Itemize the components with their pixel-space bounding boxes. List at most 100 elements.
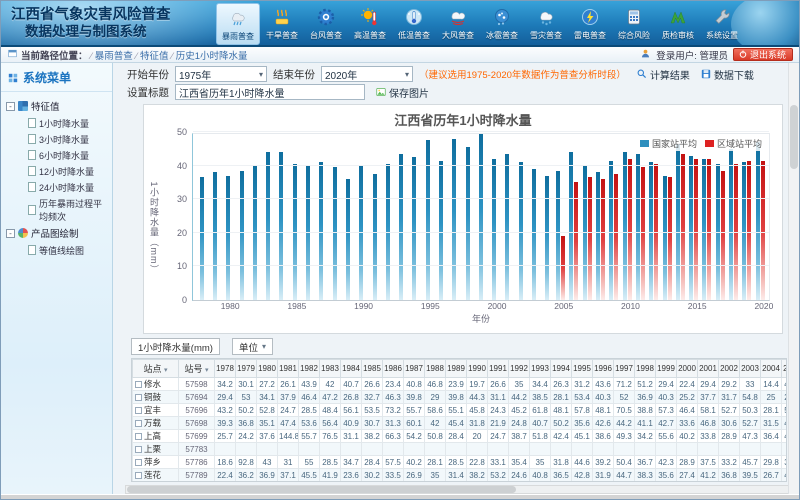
year-column-header: 1985 xyxy=(362,360,383,378)
row-checkbox[interactable] xyxy=(135,433,142,440)
bar-national xyxy=(452,139,456,300)
tab-low-temp-survey[interactable]: 低温普查 xyxy=(392,3,436,45)
x-tick-label: 1995 xyxy=(421,301,434,312)
bar-series xyxy=(193,134,769,300)
value-cell: 40.3 xyxy=(593,391,614,404)
year-column-header: 2003 xyxy=(740,360,761,378)
value-cell: 36.9 xyxy=(635,391,656,404)
x-axis-title: 年份 xyxy=(192,312,770,323)
tree-node[interactable]: -特征值 xyxy=(4,97,109,115)
value-cell: 44.2 xyxy=(509,391,530,404)
year-column-header: 1996 xyxy=(593,360,614,378)
breadcrumb-item-rainstorm[interactable]: 暴雨普查 xyxy=(91,48,133,62)
bar-national xyxy=(729,149,733,300)
value-cell: 42.4 xyxy=(551,430,572,443)
bar-national xyxy=(609,161,613,300)
vertical-scrollbar[interactable] xyxy=(788,63,799,494)
tree-toggle-icon[interactable]: - xyxy=(6,102,15,111)
tree-item[interactable]: 1小时降水量 xyxy=(4,115,109,131)
horizontal-scrollbar[interactable] xyxy=(125,485,797,494)
station-id-cell: 57786 xyxy=(179,456,215,469)
row-checkbox[interactable] xyxy=(135,381,142,388)
value-cell: 40.2 xyxy=(677,430,698,443)
station-data-table: 站点 ▾站号 ▾19781979198019811982198319841985… xyxy=(132,359,787,482)
bar-national xyxy=(346,179,350,300)
value-cell: 55.6 xyxy=(656,430,677,443)
year-column-header: 1993 xyxy=(530,360,551,378)
gridline xyxy=(193,265,769,266)
row-checkbox[interactable] xyxy=(135,446,142,453)
save-image-button[interactable]: 保存图片 xyxy=(375,85,429,100)
value-cell: 30.6 xyxy=(719,417,740,430)
row-checkbox[interactable] xyxy=(135,407,142,414)
tab-comprehensive-risk[interactable]: 综合风险 xyxy=(612,3,656,45)
sort-filter-icon[interactable]: ▾ xyxy=(205,367,209,374)
tab-wind-survey[interactable]: 大风普查 xyxy=(436,3,480,45)
chart-legend: 国家站平均 区域站平均 xyxy=(637,136,765,151)
bar-national xyxy=(466,147,470,300)
calculate-button[interactable]: 计算结果 xyxy=(636,67,690,82)
breadcrumb-item-1h-precip[interactable]: 历史1小时降水量 xyxy=(172,48,248,62)
document-icon xyxy=(28,182,36,192)
station-column-header[interactable]: 站点 ▾ xyxy=(133,360,179,378)
value-cell: 54.8 xyxy=(782,404,788,417)
end-year-select[interactable]: 2020年▾ xyxy=(321,66,413,82)
row-checkbox[interactable] xyxy=(135,472,142,479)
row-checkbox[interactable] xyxy=(135,459,142,466)
tree-item[interactable]: 6小时降水量 xyxy=(4,147,109,163)
value-cell: 53.4 xyxy=(572,391,593,404)
value-cell: 47.4 xyxy=(530,482,551,483)
unit-dropdown[interactable]: 单位▾ xyxy=(232,338,273,355)
tree-item[interactable]: 等值线绘图 xyxy=(4,242,109,258)
tree-item[interactable]: 3小时降水量 xyxy=(4,131,109,147)
row-checkbox[interactable] xyxy=(135,420,142,427)
chart-title-label: 设置标题 xyxy=(127,85,169,100)
tab-rainstorm-survey[interactable]: 暴雨普查 xyxy=(216,3,260,45)
value-cell: 40.8 xyxy=(530,469,551,482)
tree-item[interactable]: 24小时降水量 xyxy=(4,179,109,195)
value-cell: 56.4 xyxy=(320,417,341,430)
tree-item[interactable]: 12小时降水量 xyxy=(4,163,109,179)
tab-high-temp-survey[interactable]: 高温普查 xyxy=(348,3,392,45)
tab-lightning-survey[interactable]: 雷电普查 xyxy=(568,3,612,45)
tree-toggle-icon[interactable]: - xyxy=(6,229,15,238)
tab-hail-survey[interactable]: 冰雹普查 xyxy=(480,3,524,45)
value-cell: 42 xyxy=(425,417,446,430)
tree-node[interactable]: -产品图绘制 xyxy=(4,224,109,242)
save-disk-icon xyxy=(700,68,712,80)
bar-group xyxy=(740,134,753,300)
bar-group xyxy=(541,134,554,300)
value-cell: 28.5 xyxy=(446,456,467,469)
value-cell: 60.1 xyxy=(404,417,425,430)
bar-regional xyxy=(614,174,618,300)
value-cell: 34.4 xyxy=(530,378,551,391)
year-column-header: 1983 xyxy=(320,360,341,378)
logout-button[interactable]: 退出系统 xyxy=(733,48,793,61)
bar-group xyxy=(368,134,381,300)
chart-title-input[interactable] xyxy=(175,84,365,100)
breadcrumb-item-feature[interactable]: 特征值 xyxy=(136,48,169,62)
start-year-select[interactable]: 1975年▾ xyxy=(175,66,267,82)
value-cell: 28.4 xyxy=(446,430,467,443)
chevron-down-icon: ▾ xyxy=(405,70,409,79)
tab-snow-survey[interactable]: 雪灾普查 xyxy=(524,3,568,45)
row-checkbox[interactable] xyxy=(135,394,142,401)
tree-item[interactable]: 历年暴雨过程平均频次 xyxy=(4,195,109,224)
value-cell: 51.8 xyxy=(530,430,551,443)
value-cell: 44.6 xyxy=(572,456,593,469)
value-cell xyxy=(278,443,299,456)
tab-typhoon-survey[interactable]: 台风普查 xyxy=(304,3,348,45)
download-data-button[interactable]: 数据下载 xyxy=(700,67,754,82)
value-cell xyxy=(488,443,509,456)
station-id-column-header[interactable]: 站号 ▾ xyxy=(179,360,215,378)
tab-system-settings[interactable]: 系统设置 xyxy=(700,3,744,45)
vertical-scrollbar-thumb[interactable] xyxy=(790,105,798,169)
value-cell: 37.1 xyxy=(278,469,299,482)
tab-quality-audit[interactable]: 质检审核 xyxy=(656,3,700,45)
horizontal-scrollbar-thumb[interactable] xyxy=(127,486,516,493)
station-name-cell: 上栗 xyxy=(133,443,179,456)
sort-filter-icon[interactable]: ▾ xyxy=(164,367,168,374)
tab-drought-survey[interactable]: 干旱普查 xyxy=(260,3,304,45)
bar-regional xyxy=(721,171,725,300)
value-cell: 45.4 xyxy=(446,417,467,430)
